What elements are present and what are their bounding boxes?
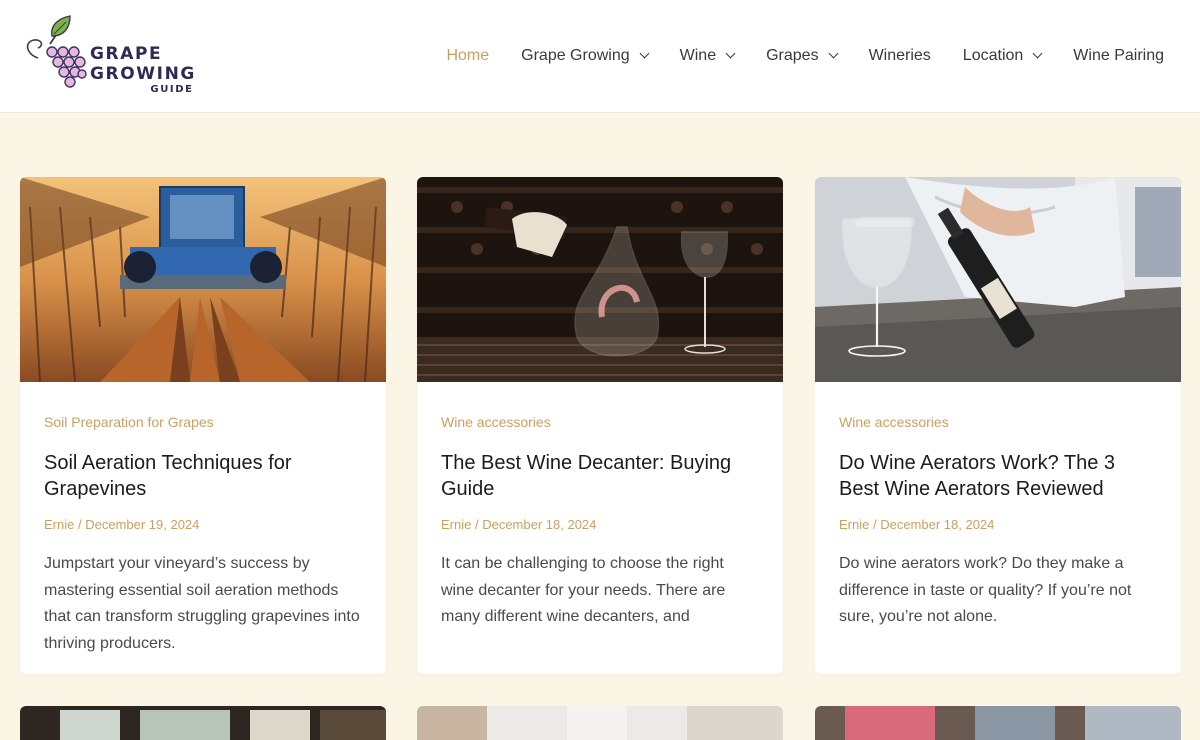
post-author-link[interactable]: Ernie: [441, 517, 471, 532]
site-header: GRAPE GROWING GUIDE Home Grape Growing W…: [0, 0, 1200, 113]
meta-separator: /: [74, 517, 86, 532]
post-meta: Ernie / December 18, 2024: [441, 516, 759, 534]
post-excerpt: Do wine aerators work? Do they make a di…: [839, 555, 1132, 625]
post-date: December 18, 2024: [482, 517, 597, 532]
nav-label: Grapes: [766, 47, 819, 64]
nav-label: Grape Growing: [521, 47, 630, 64]
main-navigation: Home Grape Growing Wine Grapes Wineries …: [414, 44, 1164, 68]
meta-separator: /: [471, 517, 483, 532]
post-thumbnail-vineyard-tractor[interactable]: [20, 177, 386, 382]
post-thumbnail-partial: [417, 706, 783, 740]
post-author-link[interactable]: Ernie: [44, 517, 74, 532]
site-logo[interactable]: GRAPE GROWING GUIDE: [24, 14, 264, 95]
wine-decanter-image: [417, 177, 783, 382]
post-title-link[interactable]: The Best Wine Decanter: Buying Guide: [441, 450, 759, 502]
post-thumbnail-partial: [20, 706, 386, 740]
post-meta: Ernie / December 18, 2024: [839, 516, 1157, 534]
post-thumbnail-wine-decanter[interactable]: [417, 177, 783, 382]
logo-text: GRAPE GROWING GUIDE: [90, 44, 270, 96]
chevron-down-icon: [1032, 48, 1043, 59]
nav-item-grapes[interactable]: Grapes: [766, 44, 839, 68]
post-date: December 18, 2024: [880, 517, 995, 532]
post-card-partial[interactable]: [417, 706, 783, 740]
chevron-down-icon: [725, 48, 736, 59]
nav-item-home[interactable]: Home: [446, 44, 489, 68]
nav-label: Home: [446, 47, 490, 64]
post-category-link[interactable]: Wine accessories: [839, 412, 1157, 432]
post-card-body: Wine accessories The Best Wine Decanter:…: [417, 382, 783, 631]
wine-glass-bottle-image: [815, 177, 1181, 382]
vineyard-tractor-image: [20, 177, 386, 382]
post-excerpt: Jumpstart your vineyard’s success by mas…: [44, 555, 360, 652]
post-card-body: Wine accessories Do Wine Aerators Work? …: [815, 382, 1181, 631]
nav-item-wine[interactable]: Wine: [679, 44, 736, 68]
nav-label: Wineries: [868, 47, 931, 64]
grape-logo-icon: [26, 15, 87, 88]
logo-subtitle: GUIDE: [150, 84, 194, 95]
post-author-link[interactable]: Ernie: [839, 517, 869, 532]
post-thumbnail-partial: [815, 706, 1181, 740]
chevron-down-icon: [828, 48, 839, 59]
logo-title: GRAPE GROWING: [90, 44, 196, 84]
nav-item-wine-pairing[interactable]: Wine Pairing: [1073, 44, 1164, 68]
nav-label: Wine: [679, 47, 717, 64]
post-card: Soil Preparation for Grapes Soil Aeratio…: [20, 177, 386, 674]
nav-item-grape-growing[interactable]: Grape Growing: [521, 44, 650, 68]
post-category-link[interactable]: Wine accessories: [441, 412, 759, 432]
nav-item-wineries[interactable]: Wineries: [869, 44, 931, 68]
post-title-link[interactable]: Soil Aeration Techniques for Grapevines: [44, 450, 362, 502]
post-thumbnail-wine-aerator[interactable]: [815, 177, 1181, 382]
nav-label: Wine Pairing: [1073, 47, 1164, 64]
post-card-partial[interactable]: [815, 706, 1181, 740]
post-meta: Ernie / December 19, 2024: [44, 516, 362, 534]
post-date: December 19, 2024: [85, 517, 200, 532]
nav-item-location[interactable]: Location: [962, 44, 1043, 68]
post-card: Wine accessories The Best Wine Decanter:…: [417, 177, 783, 674]
chevron-down-icon: [639, 48, 650, 59]
post-excerpt: It can be challenging to choose the righ…: [441, 555, 726, 625]
post-title-link[interactable]: Do Wine Aerators Work? The 3 Best Wine A…: [839, 450, 1157, 502]
post-card-partial[interactable]: [20, 706, 386, 740]
nav-label: Location: [962, 47, 1024, 64]
post-card: Wine accessories Do Wine Aerators Work? …: [815, 177, 1181, 674]
post-card-body: Soil Preparation for Grapes Soil Aeratio…: [20, 382, 386, 657]
post-category-link[interactable]: Soil Preparation for Grapes: [44, 412, 362, 432]
meta-separator: /: [869, 517, 881, 532]
